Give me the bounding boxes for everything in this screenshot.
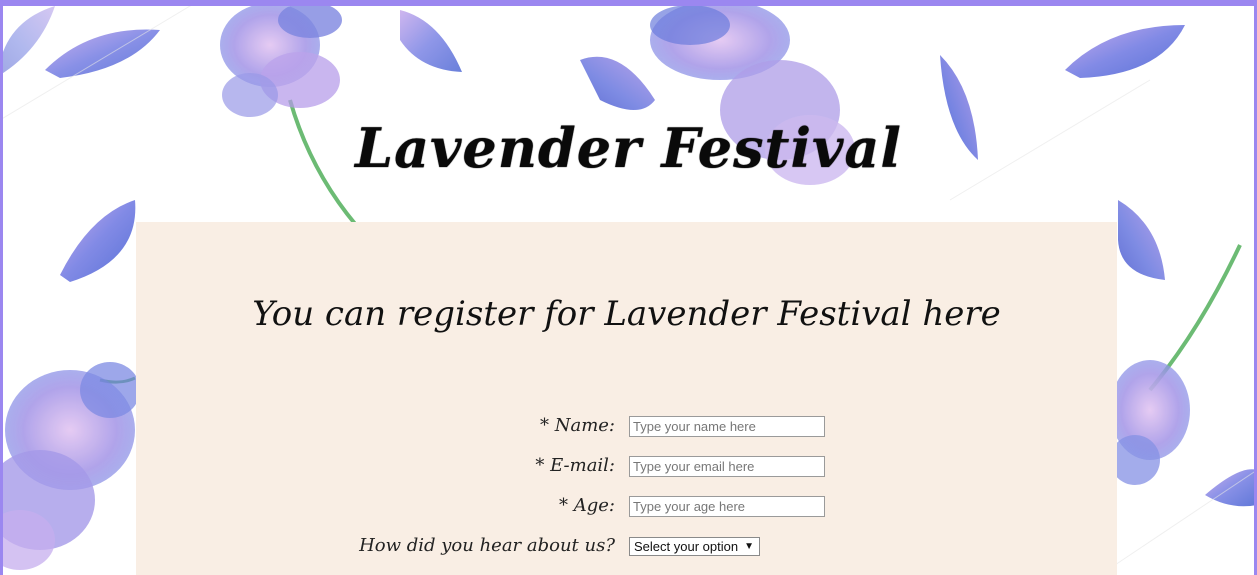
referral-label: How did you hear about us? [359, 535, 615, 556]
age-row: * Age: [136, 495, 1117, 519]
site-title: Lavender Festival [355, 116, 902, 181]
name-input[interactable] [629, 416, 825, 437]
email-input[interactable] [629, 456, 825, 477]
referral-selected-value: Select your option [634, 539, 739, 554]
name-row: * Name: [136, 415, 1117, 439]
referral-row: How did you hear about us? Select your o… [136, 535, 1117, 559]
age-label: * Age: [559, 495, 615, 516]
referral-select[interactable]: Select your option ▼ [629, 537, 760, 556]
age-input[interactable] [629, 496, 825, 517]
email-row: * E-mail: [136, 455, 1117, 479]
email-label: * E-mail: [535, 455, 615, 476]
name-label: * Name: [540, 415, 615, 436]
caret-down-icon: ▼ [744, 541, 754, 552]
registration-panel: You can register for Lavender Festival h… [136, 222, 1117, 575]
registration-heading: You can register for Lavender Festival h… [252, 294, 1001, 334]
